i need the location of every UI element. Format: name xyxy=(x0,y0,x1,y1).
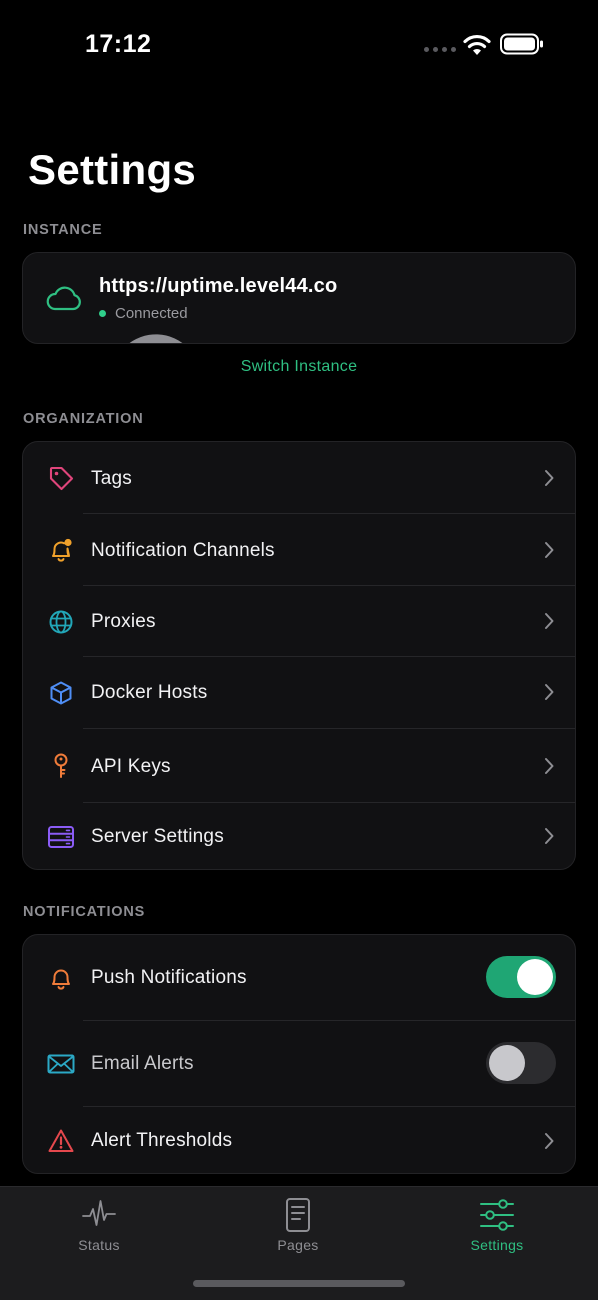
chevron-right-icon xyxy=(545,613,554,629)
settings-row-proxies[interactable]: Proxies xyxy=(23,586,575,657)
toggle-knob xyxy=(489,1045,525,1081)
tag-icon xyxy=(47,464,75,492)
settings-row-label: Proxies xyxy=(91,611,156,632)
organization-card: Tags Notification Channels Proxies Docke… xyxy=(22,441,576,870)
status-time: 17:12 xyxy=(85,30,152,58)
settings-row-email-alerts: Email Alerts xyxy=(23,1021,575,1107)
settings-row-label: Push Notifications xyxy=(91,967,247,988)
settings-row-label: Notification Channels xyxy=(91,540,275,561)
settings-row-label: Alert Thresholds xyxy=(91,1130,233,1151)
home-indicator[interactable] xyxy=(193,1280,405,1287)
tab-label: Settings xyxy=(470,1237,524,1253)
toggle-knob xyxy=(517,959,553,995)
settings-row-label: Docker Hosts xyxy=(91,682,208,703)
server-icon xyxy=(47,823,75,851)
cube-icon xyxy=(47,679,75,707)
globe-icon xyxy=(47,608,75,636)
tab-status[interactable]: Status xyxy=(29,1197,169,1261)
tab-label: Pages xyxy=(277,1237,319,1253)
push-notifications-toggle[interactable] xyxy=(486,956,556,998)
section-label-notifications: NOTIFICATIONS xyxy=(23,904,146,920)
settings-row-tags[interactable]: Tags xyxy=(23,442,575,514)
instance-card[interactable]: https://uptime.level44.co Connected xyxy=(22,252,576,344)
page-title: Settings xyxy=(28,146,197,193)
warning-triangle-icon xyxy=(47,1127,75,1155)
settings-row-alert-thresholds[interactable]: Alert Thresholds xyxy=(23,1107,575,1173)
section-label-instance: INSTANCE xyxy=(23,222,103,238)
tab-pages[interactable]: Pages xyxy=(228,1197,368,1261)
mail-icon xyxy=(47,1050,75,1078)
wifi-icon xyxy=(463,34,491,55)
chevron-right-icon xyxy=(545,542,554,558)
chevron-right-icon xyxy=(545,758,554,774)
battery-icon xyxy=(500,33,543,55)
settings-row-server-settings[interactable]: Server Settings xyxy=(23,803,575,869)
cellular-signal-icon xyxy=(424,47,456,52)
key-icon xyxy=(47,752,75,780)
document-icon xyxy=(286,1198,310,1232)
tab-label: Status xyxy=(78,1237,120,1253)
chevron-right-icon xyxy=(545,470,554,486)
notifications-card: Push Notifications Email Alerts Alert Th… xyxy=(22,934,576,1174)
bell-badge-icon xyxy=(47,536,75,564)
chevron-right-icon xyxy=(545,684,554,700)
status-bar: 17:12 xyxy=(0,0,598,90)
settings-screen: 17:12 Settings INSTANCE https://uptime.l… xyxy=(0,0,598,1300)
section-label-organization: ORGANIZATION xyxy=(23,411,144,427)
settings-row-docker-hosts[interactable]: Docker Hosts xyxy=(23,657,575,729)
settings-row-label: API Keys xyxy=(91,756,171,777)
sliders-icon xyxy=(480,1199,514,1231)
settings-row-label: Server Settings xyxy=(91,826,224,847)
chevron-right-icon xyxy=(130,334,182,343)
email-alerts-toggle[interactable] xyxy=(486,1042,556,1084)
settings-row-push-notifications: Push Notifications xyxy=(23,935,575,1021)
tab-settings[interactable]: Settings xyxy=(427,1197,567,1261)
activity-icon xyxy=(82,1200,116,1226)
settings-row-label: Email Alerts xyxy=(91,1053,194,1074)
settings-row-api-keys[interactable]: API Keys xyxy=(23,729,575,803)
settings-row-notification-channels[interactable]: Notification Channels xyxy=(23,514,575,586)
settings-row-label: Tags xyxy=(91,468,132,489)
chevron-right-icon xyxy=(545,1133,554,1149)
switch-instance-link[interactable]: Switch Instance xyxy=(0,358,598,376)
chevron-right-icon xyxy=(545,828,554,844)
bell-icon xyxy=(47,964,75,992)
